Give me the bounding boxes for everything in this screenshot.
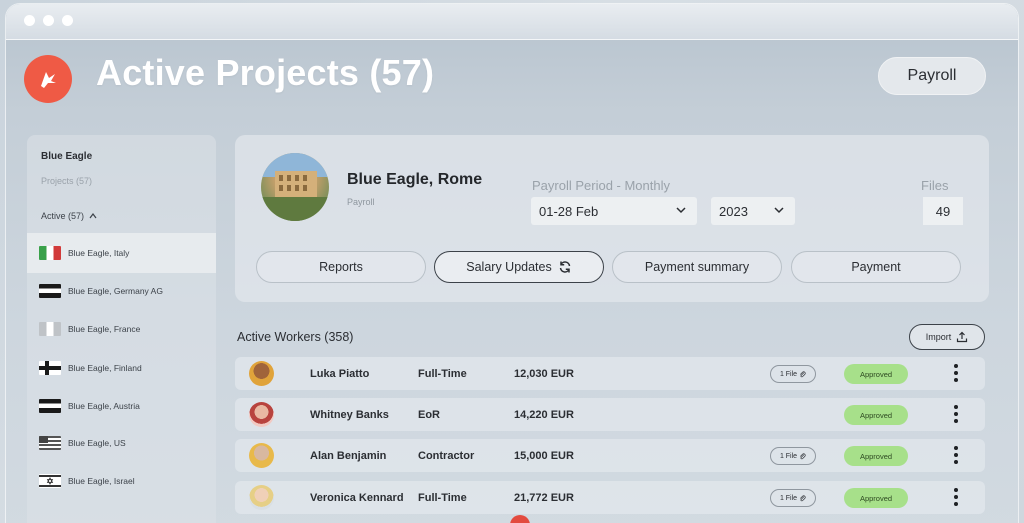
- tab-payment-summary[interactable]: Payment summary: [612, 251, 782, 283]
- avatar: [249, 485, 274, 510]
- italy-flag-icon: [39, 246, 61, 260]
- file-attachment-button[interactable]: 1 File: [770, 365, 816, 383]
- page-title: Active Projects (57): [96, 52, 435, 93]
- payroll-button[interactable]: Payroll: [878, 57, 986, 95]
- paperclip-icon: [800, 370, 806, 377]
- more-options-icon[interactable]: [948, 403, 964, 427]
- window-dot[interactable]: [24, 15, 35, 26]
- file-count: 1 File: [779, 452, 798, 460]
- france-flag-icon: [39, 322, 61, 336]
- sidebar-item-label: Blue Eagle, Finland: [68, 363, 142, 373]
- year-select-value: 2023: [719, 203, 748, 219]
- import-button[interactable]: Import: [909, 324, 985, 350]
- window-dot[interactable]: [62, 15, 73, 26]
- import-label: Import: [925, 332, 952, 342]
- table-row[interactable]: Whitney Banks EoR 14,220 EUR Approved: [235, 398, 985, 431]
- upload-icon: [957, 331, 968, 343]
- files-count: 49: [923, 197, 963, 225]
- sidebar-item-label: Blue Eagle, France: [68, 324, 141, 334]
- active-workers-title: Active Workers (358): [237, 330, 354, 344]
- file-count: 1 File: [779, 370, 798, 378]
- file-count: 1 File: [779, 494, 798, 502]
- sidebar-title: Blue Eagle: [41, 151, 93, 162]
- tab-payment[interactable]: Payment: [791, 251, 961, 283]
- brand-logo: [24, 55, 72, 103]
- worker-name: Whitney Banks: [310, 409, 389, 421]
- sidebar-item-label: Blue Eagle, Germany AG: [68, 286, 163, 296]
- status-badge: Approved: [844, 405, 908, 425]
- worker-type: Contractor: [418, 450, 475, 462]
- paperclip-icon: [800, 452, 806, 459]
- worker-name: Alan Benjamin: [310, 450, 387, 462]
- sidebar-item-finland[interactable]: Blue Eagle, Finland: [27, 348, 216, 388]
- sidebar-item-label: Blue Eagle, Italy: [68, 248, 130, 258]
- worker-salary: 15,000 EUR: [514, 450, 574, 462]
- files-label: Files: [921, 178, 949, 193]
- file-attachment-button[interactable]: 1 File: [770, 489, 816, 507]
- sidebar-item-label: Blue Eagle, Israel: [68, 476, 135, 486]
- germany-flag-icon: [39, 284, 61, 298]
- worker-type: EoR: [418, 409, 440, 421]
- project-card: Blue Eagle, Rome Payroll Payroll Period …: [235, 135, 989, 302]
- more-options-icon[interactable]: [948, 486, 964, 510]
- avatar: [249, 361, 274, 386]
- tab-label: Payment summary: [644, 260, 750, 274]
- finland-flag-icon: [39, 361, 61, 375]
- status-badge: Approved: [844, 446, 908, 466]
- worker-salary: 21,772 EUR: [514, 492, 574, 504]
- more-options-icon[interactable]: [948, 362, 964, 386]
- period-select[interactable]: 01-28 Feb: [531, 197, 697, 225]
- project-name: Blue Eagle, Rome: [347, 171, 483, 188]
- paperclip-icon: [800, 494, 806, 501]
- avatar: [249, 443, 274, 468]
- us-flag-icon: [39, 436, 61, 450]
- refresh-icon: [559, 261, 570, 273]
- sidebar-item-italy[interactable]: Blue Eagle, Italy: [27, 233, 216, 273]
- table-row[interactable]: Luka Piatto Full-Time 12,030 EUR 1 File …: [235, 357, 985, 390]
- worker-name: Luka Piatto: [310, 368, 370, 380]
- payroll-period-label: Payroll Period - Monthly: [532, 178, 670, 193]
- chevron-down-icon: [676, 207, 686, 214]
- tab-salary-updates[interactable]: Salary Updates: [434, 251, 604, 283]
- window-dot[interactable]: [43, 15, 54, 26]
- sidebar-item-label: Blue Eagle, Austria: [68, 401, 140, 411]
- tab-reports[interactable]: Reports: [256, 251, 426, 283]
- tab-label: Payment: [851, 260, 901, 274]
- table-row[interactable]: Alan Benjamin Contractor 15,000 EUR 1 Fi…: [235, 439, 985, 472]
- avatar: [249, 402, 274, 427]
- status-badge: Approved: [844, 488, 908, 508]
- year-select[interactable]: 2023: [711, 197, 795, 225]
- eagle-icon: [41, 72, 56, 88]
- sidebar-active-toggle[interactable]: Active (57): [41, 211, 97, 221]
- sidebar-item-france[interactable]: Blue Eagle, France: [27, 309, 216, 349]
- tab-label: Salary Updates: [466, 260, 552, 274]
- tab-label: Reports: [319, 260, 363, 274]
- worker-type: Full-Time: [418, 492, 467, 504]
- austria-flag-icon: [39, 399, 61, 413]
- more-options-icon[interactable]: [948, 444, 964, 468]
- project-subtitle: Payroll: [347, 197, 375, 207]
- project-avatar: [261, 153, 329, 221]
- sidebar-item-us[interactable]: Blue Eagle, US: [27, 423, 216, 463]
- israel-flag-icon: [39, 474, 61, 488]
- chevron-up-icon: [89, 213, 97, 219]
- title-bar: [6, 4, 1018, 40]
- sidebar-item-germany[interactable]: Blue Eagle, Germany AG: [27, 271, 216, 311]
- worker-salary: 14,220 EUR: [514, 409, 574, 421]
- sidebar-item-austria[interactable]: Blue Eagle, Austria: [27, 386, 216, 426]
- sidebar-projects-link[interactable]: Projects (57): [41, 176, 92, 186]
- sidebar-active-label: Active (57): [41, 211, 85, 221]
- worker-salary: 12,030 EUR: [514, 368, 574, 380]
- table-row[interactable]: Veronica Kennard Full-Time 21,772 EUR 1 …: [235, 481, 985, 514]
- sidebar: Blue Eagle Projects (57) Active (57) Blu…: [27, 135, 216, 523]
- worker-type: Full-Time: [418, 368, 467, 380]
- sidebar-item-label: Blue Eagle, US: [68, 438, 126, 448]
- worker-name: Veronica Kennard: [310, 492, 404, 504]
- period-select-value: 01-28 Feb: [539, 203, 599, 219]
- sidebar-item-israel[interactable]: Blue Eagle, Israel: [27, 461, 216, 501]
- file-attachment-button[interactable]: 1 File: [770, 447, 816, 465]
- status-badge: Approved: [844, 364, 908, 384]
- chevron-down-icon: [774, 207, 784, 214]
